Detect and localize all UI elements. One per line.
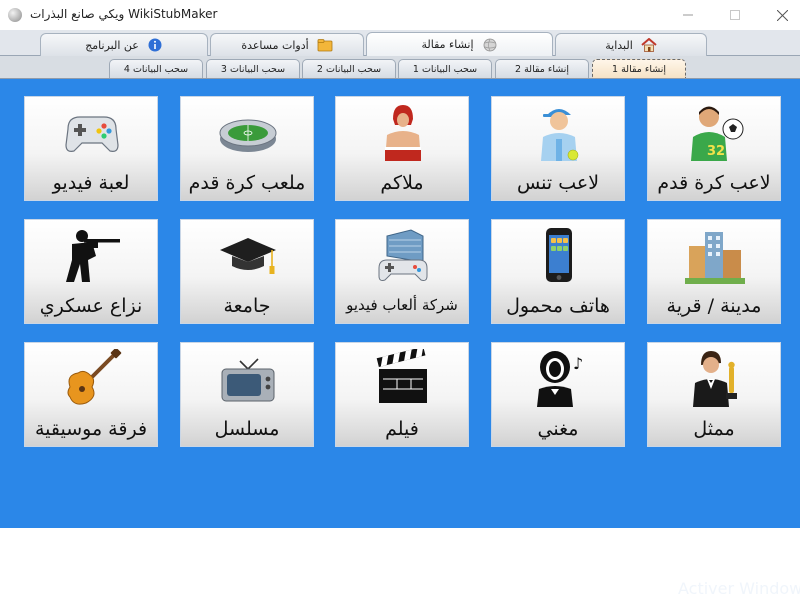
football-player-icon: 32 (691, 106, 744, 161)
subtab-create-article-1[interactable]: إنشاء مقالة 1 (592, 59, 686, 78)
tile-label: شركة ألعاب فيديو (346, 296, 458, 314)
tile-label: مغني (537, 418, 579, 440)
close-button[interactable] (760, 0, 800, 30)
subtab-label: سحب البيانات 4 (123, 63, 189, 75)
home-icon (641, 38, 657, 52)
globe-icon (483, 38, 496, 51)
tile-label: مسلسل (214, 418, 280, 440)
subtab-data-pull-2[interactable]: سحب البيانات 2 (302, 59, 396, 78)
tile-tennis-player[interactable]: لاعب تنس (491, 96, 625, 201)
stadium-icon (219, 119, 277, 152)
tile-football-player[interactable]: 32 لاعب كرة قدم (647, 96, 781, 201)
tile-actor[interactable]: ممثل (647, 342, 781, 447)
tile-singer[interactable]: ♪ مغني (491, 342, 625, 447)
subtab-label: سحب البيانات 1 (412, 63, 478, 75)
subtab-label: إنشاء مقالة 2 (515, 63, 569, 75)
folder-icon (317, 39, 333, 52)
subtab-data-pull-4[interactable]: سحب البيانات 4 (109, 59, 203, 78)
game-company-icon (378, 229, 428, 281)
tile-label: لعبة فيديو (52, 172, 130, 194)
activation-watermark: Activer Window (678, 579, 800, 598)
subtab-label: سحب البيانات 3 (220, 63, 286, 75)
tile-label: فرقة موسيقية (34, 418, 148, 440)
tab-home-label: البداية (605, 38, 633, 52)
tile-label: مدينة / قرية (666, 295, 762, 317)
subtab-data-pull-3[interactable]: سحب البيانات 3 (206, 59, 300, 78)
tile-label: لاعب كرة قدم (657, 172, 771, 194)
singer-icon: ♪ (537, 351, 583, 407)
tile-music-band[interactable]: فرقة موسيقية (24, 342, 158, 447)
tile-football-stadium[interactable]: ملعب كرة قدم (180, 96, 314, 201)
tile-film[interactable]: فيلم (335, 342, 469, 447)
graduation-cap-icon (220, 238, 276, 274)
gamepad-icon (65, 116, 119, 152)
main-tab-bar: البداية إنشاء مقالة أدوات مساعدة عن البر… (0, 30, 800, 56)
article-type-panel: 32 لاعب كرة قدم لاعب تنس ملاكم ملعب كرة … (0, 79, 800, 598)
boxer-icon (385, 105, 421, 161)
maximize-icon (730, 10, 740, 20)
svg-text:32: 32 (707, 144, 725, 159)
tile-video-game[interactable]: لعبة فيديو (24, 96, 158, 201)
subtab-label: سحب البيانات 2 (316, 63, 382, 75)
tv-set-icon (221, 358, 275, 402)
subtab-create-article-2[interactable]: إنشاء مقالة 2 (495, 59, 589, 78)
tab-create-article[interactable]: إنشاء مقالة (366, 32, 553, 56)
tile-series[interactable]: مسلسل (180, 342, 314, 447)
tile-label: فيلم (385, 418, 419, 440)
close-icon (776, 9, 788, 21)
tile-label: ممثل (693, 418, 735, 440)
title-bar: WikiStubMaker ويكي صانع البذرات (0, 0, 800, 31)
tile-boxer[interactable]: ملاكم (335, 96, 469, 201)
subtab-data-pull-1[interactable]: سحب البيانات 1 (398, 59, 492, 78)
tab-about[interactable]: عن البرنامج (40, 33, 208, 56)
clapperboard-icon (376, 349, 427, 403)
tab-helper-tools[interactable]: أدوات مساعدة (210, 33, 364, 56)
maximize-button[interactable] (713, 0, 757, 30)
window-title: WikiStubMaker ويكي صانع البذرات (30, 7, 218, 21)
tile-label: ملعب كرة قدم (188, 172, 306, 194)
sub-tab-bar: إنشاء مقالة 1 إنشاء مقالة 2 سحب البيانات… (0, 56, 800, 79)
subtab-label: إنشاء مقالة 1 (612, 63, 666, 75)
svg-text:♪: ♪ (573, 354, 583, 373)
tile-label: ملاكم (380, 172, 424, 194)
tile-university[interactable]: جامعة (180, 219, 314, 324)
minimize-icon (683, 14, 693, 16)
tile-label: لاعب تنس (516, 172, 600, 194)
tab-create-article-label: إنشاء مقالة (421, 38, 474, 51)
tile-label: نزاع عسكري (39, 295, 143, 317)
mobile-phone-icon (546, 228, 572, 282)
tab-about-label: عن البرنامج (85, 38, 139, 52)
tennis-player-icon (541, 109, 579, 161)
tab-helper-tools-label: أدوات مساعدة (241, 38, 309, 52)
info-icon (148, 38, 162, 52)
tile-military-conflict[interactable]: نزاع عسكري (24, 219, 158, 324)
guitar-icon (67, 349, 122, 405)
city-icon (685, 232, 745, 284)
tile-label: جامعة (223, 295, 271, 317)
minimize-button[interactable] (666, 0, 710, 30)
tile-label: هاتف محمول (506, 295, 610, 317)
tile-city-village[interactable]: مدينة / قرية (647, 219, 781, 324)
tile-game-company[interactable]: شركة ألعاب فيديو (335, 219, 469, 324)
actor-oscar-icon (693, 351, 737, 407)
app-icon (8, 8, 22, 22)
soldier-icon (66, 230, 120, 282)
tab-home[interactable]: البداية (555, 33, 707, 56)
tile-mobile-phone[interactable]: هاتف محمول (491, 219, 625, 324)
